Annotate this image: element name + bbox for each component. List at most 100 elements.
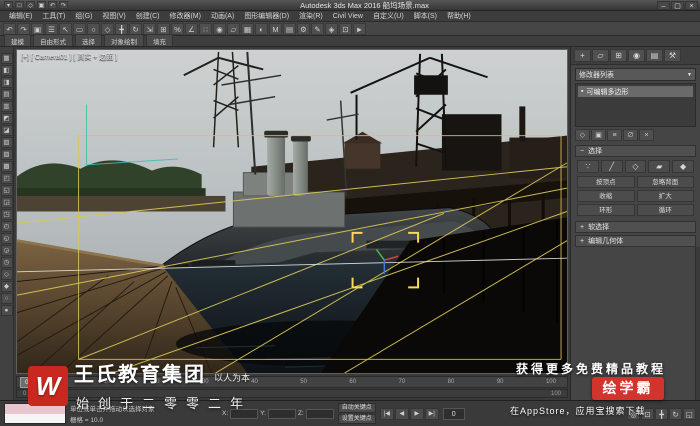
modifier-list-dropdown[interactable]: 修改器列表 ▼: [575, 68, 696, 81]
soft-selection-rollout-header[interactable]: + 软选择: [575, 221, 696, 233]
menu-item[interactable]: 编辑(E): [4, 11, 37, 21]
selection-option-button[interactable]: 循环: [636, 204, 694, 216]
left-toolbar-button-icon[interactable]: ◨: [0, 77, 13, 88]
command-panel-tab-icon[interactable]: ▱: [592, 49, 609, 62]
toolbar-button-icon[interactable]: ∠: [185, 22, 198, 35]
left-toolbar-button-icon[interactable]: ◷: [0, 257, 13, 268]
left-toolbar-button-icon[interactable]: ◩: [0, 113, 13, 124]
toolbar-button-icon[interactable]: ⊡: [339, 22, 352, 35]
quick-access-icon[interactable]: ↶: [48, 1, 57, 9]
command-panel-tab-icon[interactable]: +: [574, 49, 591, 62]
left-toolbar-button-icon[interactable]: ●: [0, 305, 13, 316]
viewport-nav-icon[interactable]: ◱: [683, 407, 696, 420]
menu-item[interactable]: 组(G): [70, 11, 97, 21]
maxscript-mini-listener[interactable]: [4, 403, 66, 424]
command-panel-tab-icon[interactable]: ⚒: [664, 49, 681, 62]
quick-access-icon[interactable]: ▾: [4, 1, 13, 9]
coordinate-input[interactable]: [230, 408, 259, 419]
stack-tool-icon[interactable]: ×: [639, 129, 654, 141]
playback-button-icon[interactable]: ▶|: [424, 407, 439, 420]
stack-tool-icon[interactable]: ∅: [623, 129, 638, 141]
toolbar-button-icon[interactable]: ▱: [227, 22, 240, 35]
ribbon-tab[interactable]: 对象绘制: [104, 34, 144, 46]
left-toolbar-button-icon[interactable]: ◳: [0, 209, 13, 220]
toolbar-button-icon[interactable]: ⚙: [297, 22, 310, 35]
time-slider[interactable]: 0 / 100 0102030405060708090100: [16, 376, 568, 388]
toolbar-button-icon[interactable]: ☰: [45, 22, 58, 35]
stack-tool-icon[interactable]: ≡: [607, 129, 622, 141]
coordinate-field[interactable]: X:: [222, 408, 259, 419]
modifier-stack-item[interactable]: ▪ 可编辑多边形: [578, 86, 693, 97]
coordinate-field[interactable]: Y:: [260, 408, 296, 419]
toolbar-button-icon[interactable]: ◇: [101, 22, 114, 35]
toolbar-button-icon[interactable]: M: [269, 22, 282, 35]
close-button[interactable]: ×: [685, 0, 698, 10]
toolbar-button-icon[interactable]: ▤: [283, 22, 296, 35]
toolbar-button-icon[interactable]: ╋: [115, 22, 128, 35]
left-toolbar-button-icon[interactable]: ◧: [0, 65, 13, 76]
left-toolbar-button-icon[interactable]: ▦: [0, 53, 13, 64]
viewport-nav-icon[interactable]: ↻: [669, 407, 682, 420]
current-frame-field[interactable]: 0: [442, 407, 465, 420]
menu-item[interactable]: 创建(C): [131, 11, 165, 21]
menu-item[interactable]: 自定义(U): [368, 11, 409, 21]
quick-access-icon[interactable]: □: [15, 1, 24, 9]
menu-item[interactable]: 图形编辑器(D): [239, 11, 294, 21]
toolbar-button-icon[interactable]: ↶: [3, 22, 16, 35]
toolbar-button-icon[interactable]: %: [171, 22, 184, 35]
command-panel-tab-icon[interactable]: ⊞: [610, 49, 627, 62]
command-panel-tab-icon[interactable]: ▤: [646, 49, 663, 62]
toolbar-button-icon[interactable]: ▣: [31, 22, 44, 35]
toolbar-button-icon[interactable]: ◐: [255, 22, 268, 35]
left-toolbar-button-icon[interactable]: ◰: [0, 173, 13, 184]
quick-access-icon[interactable]: ▣: [37, 1, 46, 9]
left-toolbar-button-icon[interactable]: ▤: [0, 89, 13, 100]
subobject-mode-icon[interactable]: ◆: [672, 160, 694, 173]
selection-rollout-header[interactable]: − 选择: [575, 145, 696, 157]
playback-button-icon[interactable]: ◀: [394, 407, 409, 420]
ribbon-tab[interactable]: 填充: [146, 34, 173, 46]
toolbar-button-icon[interactable]: ↻: [129, 22, 142, 35]
listener-script-pane[interactable]: [5, 413, 65, 423]
panel-scrollbar[interactable]: [695, 247, 700, 400]
menu-item[interactable]: 修改器(M): [164, 11, 206, 21]
ribbon-tab[interactable]: 选择: [75, 34, 102, 46]
auto-key-button[interactable]: 自动关键点: [337, 403, 376, 413]
toolbar-button-icon[interactable]: ►: [353, 22, 366, 35]
ribbon-tab[interactable]: 自由形式: [33, 34, 73, 46]
menu-item[interactable]: Civil View: [328, 13, 368, 20]
toolbar-button-icon[interactable]: ▭: [73, 22, 86, 35]
coordinate-input[interactable]: [267, 408, 296, 419]
left-toolbar-button-icon[interactable]: ◶: [0, 245, 13, 256]
toolbar-button-icon[interactable]: ∷: [199, 22, 212, 35]
menu-item[interactable]: 视图(V): [97, 11, 130, 21]
subobject-mode-icon[interactable]: ▰: [648, 160, 671, 173]
toolbar-button-icon[interactable]: ✎: [311, 22, 324, 35]
left-toolbar-button-icon[interactable]: ▥: [0, 101, 13, 112]
command-panel-tab-icon[interactable]: ◉: [628, 49, 645, 62]
menu-item[interactable]: 脚本(S): [409, 11, 442, 21]
viewport-label[interactable]: [+] [ Camera01 ] [ 真实 + 边面 ]: [21, 52, 117, 62]
coordinate-field[interactable]: Z:: [298, 408, 334, 419]
selection-option-button[interactable]: 环形: [577, 204, 635, 216]
subobject-mode-icon[interactable]: ╱: [600, 160, 623, 173]
toolbar-button-icon[interactable]: ⊞: [157, 22, 170, 35]
viewport-nav-icon[interactable]: ⊡: [641, 407, 654, 420]
selection-option-button[interactable]: 扩大: [636, 190, 694, 202]
quick-access-icon[interactable]: ◇: [26, 1, 35, 9]
menu-item[interactable]: 工具(T): [37, 11, 70, 21]
maximize-button[interactable]: ▢: [671, 0, 684, 10]
subobject-mode-icon[interactable]: ∵: [577, 160, 599, 173]
toolbar-button-icon[interactable]: ⇲: [143, 22, 156, 35]
toolbar-button-icon[interactable]: ◈: [325, 22, 338, 35]
left-toolbar-button-icon[interactable]: ▨: [0, 149, 13, 160]
coordinate-input[interactable]: [305, 408, 334, 419]
selection-option-button[interactable]: 收缩: [577, 190, 635, 202]
left-toolbar-button-icon[interactable]: ◇: [0, 269, 13, 280]
edit-geometry-rollout-header[interactable]: + 编辑几何体: [575, 235, 696, 247]
stack-tool-icon[interactable]: ▣: [591, 129, 606, 141]
menu-item[interactable]: 帮助(H): [442, 11, 476, 21]
toolbar-button-icon[interactable]: ▦: [241, 22, 254, 35]
subobject-mode-icon[interactable]: ◇: [624, 160, 647, 173]
playback-button-icon[interactable]: ▶: [409, 407, 424, 420]
